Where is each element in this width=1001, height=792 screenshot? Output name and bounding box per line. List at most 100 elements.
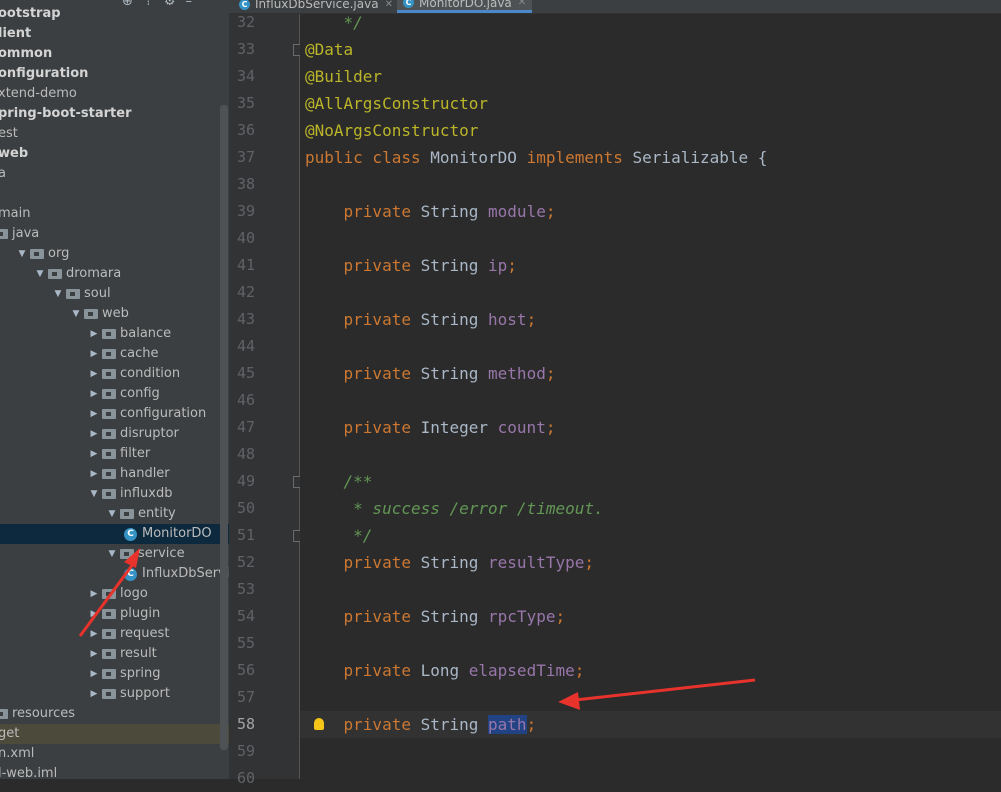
close-icon[interactable]: ✕ [518, 0, 526, 8]
code-token: MonitorDO [430, 148, 527, 167]
collapse-arrow-icon[interactable]: ▶ [88, 584, 100, 604]
tree-item[interactable]: java [0, 224, 229, 244]
code-line[interactable]: @NoArgsConstructor [305, 117, 478, 144]
code-line[interactable]: private String resultType; [305, 549, 594, 576]
tree-item[interactable]: ▶ condition [0, 364, 229, 384]
minimize-icon[interactable]: – [185, 0, 192, 9]
code-editor[interactable]: */ @Data @Builder @AllArgsConstructor @NoArg… [300, 14, 1001, 779]
code-line[interactable]: @Builder [305, 63, 382, 90]
line-number: 57 [236, 688, 255, 706]
tree-item[interactable]: ▼ web [0, 304, 229, 324]
tree-item[interactable]: ▼ dromara [0, 264, 229, 284]
tab-monitordo[interactable]: C MonitorDO.java ✕ [397, 0, 533, 13]
collapse-arrow-icon[interactable]: ▶ [88, 404, 100, 424]
tree-item[interactable]: lient [0, 24, 229, 44]
code-line[interactable]: private String ip; [305, 252, 517, 279]
code-line[interactable]: private Integer count; [305, 414, 556, 441]
close-icon[interactable]: ✕ [385, 0, 393, 10]
tree-item[interactable]: n.xml [0, 744, 229, 764]
tree-item[interactable]: web [0, 144, 229, 164]
tree-item[interactable]: ▶ disruptor [0, 424, 229, 444]
code-line[interactable]: private String method; [305, 360, 556, 387]
tree-item[interactable]: ▶ logo [0, 584, 229, 604]
collapse-arrow-icon[interactable]: ▶ [88, 664, 100, 684]
collapse-arrow-icon[interactable]: ▶ [88, 424, 100, 444]
tab-influxdbservice[interactable]: C InfluxDbService.java ✕ [239, 0, 393, 13]
tree-item[interactable]: ▼ org [0, 244, 229, 264]
expand-arrow-icon[interactable]: ▼ [106, 504, 118, 524]
collapse-arrow-icon[interactable]: ▶ [88, 384, 100, 404]
collapse-arrow-icon[interactable]: ▶ [88, 624, 100, 644]
code-line[interactable]: public class MonitorDO implements Serial… [305, 144, 767, 171]
tree-item[interactable]: ▶ config [0, 384, 229, 404]
code-line[interactable]: @Data [305, 36, 353, 63]
code-line[interactable]: private Long elapsedTime; [305, 657, 585, 684]
tree-item-label: n.xml [0, 746, 35, 761]
code-line[interactable]: private String rpcType; [305, 603, 566, 630]
tree-item[interactable]: ▶ handler [0, 464, 229, 484]
tree-item[interactable]: get [0, 724, 229, 744]
tree-item[interactable]: main [0, 204, 229, 224]
collapse-arrow-icon[interactable]: ▶ [88, 604, 100, 624]
gear-icon[interactable]: ⚙ [164, 0, 176, 9]
expand-arrow-icon[interactable]: ▼ [52, 284, 64, 304]
collapse-icon[interactable]: ⇡ [143, 0, 154, 9]
code-token: public class [305, 148, 431, 167]
tree-item[interactable]: C MonitorDO [0, 524, 229, 544]
code-line[interactable]: private String module; [305, 198, 556, 225]
tree-item-label: MonitorDO [142, 526, 212, 541]
code-line[interactable]: */ [305, 14, 363, 36]
tree-item[interactable]: ▶ spring [0, 664, 229, 684]
collapse-arrow-icon[interactable]: ▶ [88, 324, 100, 344]
folder-icon [102, 349, 116, 359]
collapse-arrow-icon[interactable]: ▶ [88, 444, 100, 464]
collapse-arrow-icon[interactable]: ▶ [88, 684, 100, 704]
tree-item[interactable]: ▼ service [0, 544, 229, 564]
target-icon[interactable]: ⊕ [122, 0, 133, 9]
tree-item[interactable] [0, 184, 229, 204]
code-line[interactable]: private String host; [305, 306, 537, 333]
code-token: @Data [305, 40, 354, 59]
tree-item[interactable]: ▼ entity [0, 504, 229, 524]
collapse-arrow-icon[interactable]: ▶ [88, 344, 100, 364]
expand-arrow-icon[interactable]: ▼ [34, 264, 46, 284]
code-line[interactable]: private String path; [305, 711, 536, 738]
tree-item[interactable]: C InfluxDbService [0, 564, 229, 584]
tree-item[interactable]: ▼ soul [0, 284, 229, 304]
collapse-arrow-icon[interactable]: ▶ [88, 364, 100, 384]
tree-item[interactable]: ▶ configuration [0, 404, 229, 424]
tree-item[interactable]: xtend-demo [0, 84, 229, 104]
tree-item[interactable]: a [0, 164, 229, 184]
tree-item[interactable]: ▶ support [0, 684, 229, 704]
tree-item[interactable]: ▶ result [0, 644, 229, 664]
tree-item[interactable]: ▶ plugin [0, 604, 229, 624]
expand-arrow-icon[interactable]: ▼ [88, 484, 100, 504]
tree-item[interactable]: ▶ cache [0, 344, 229, 364]
code-token: elapsedTime [468, 661, 575, 680]
collapse-arrow-icon[interactable]: ▶ [88, 464, 100, 484]
tree-item[interactable]: onfiguration [0, 64, 229, 84]
code-line[interactable]: */ [305, 522, 372, 549]
tree-item[interactable]: est [0, 124, 229, 144]
tree-item[interactable]: pring-boot-starter [0, 104, 229, 124]
tree-item[interactable]: ootstrap [0, 4, 229, 24]
tree-item[interactable]: ▶ filter [0, 444, 229, 464]
tree-item[interactable]: ▶ request [0, 624, 229, 644]
sidebar-scrollbar[interactable] [220, 105, 228, 750]
tree-item[interactable]: ▼ influxdb [0, 484, 229, 504]
tree-item[interactable]: ommon [0, 44, 229, 64]
code-token: resultType [488, 553, 585, 572]
tree-item-label: disruptor [120, 426, 179, 441]
tree-item[interactable]: l-web.iml [0, 764, 229, 779]
expand-arrow-icon[interactable]: ▼ [106, 544, 118, 564]
code-token: ; [545, 418, 556, 437]
tree-item-label: service [138, 546, 185, 561]
collapse-arrow-icon[interactable]: ▶ [88, 644, 100, 664]
code-line[interactable]: * success /error /timeout. [305, 495, 603, 522]
tree-item[interactable]: ▶ balance [0, 324, 229, 344]
expand-arrow-icon[interactable]: ▼ [70, 304, 82, 324]
expand-arrow-icon[interactable]: ▼ [16, 244, 28, 264]
code-line[interactable]: /** [305, 468, 373, 495]
tree-item[interactable]: resources [0, 704, 229, 724]
code-line[interactable]: @AllArgsConstructor [305, 90, 488, 117]
